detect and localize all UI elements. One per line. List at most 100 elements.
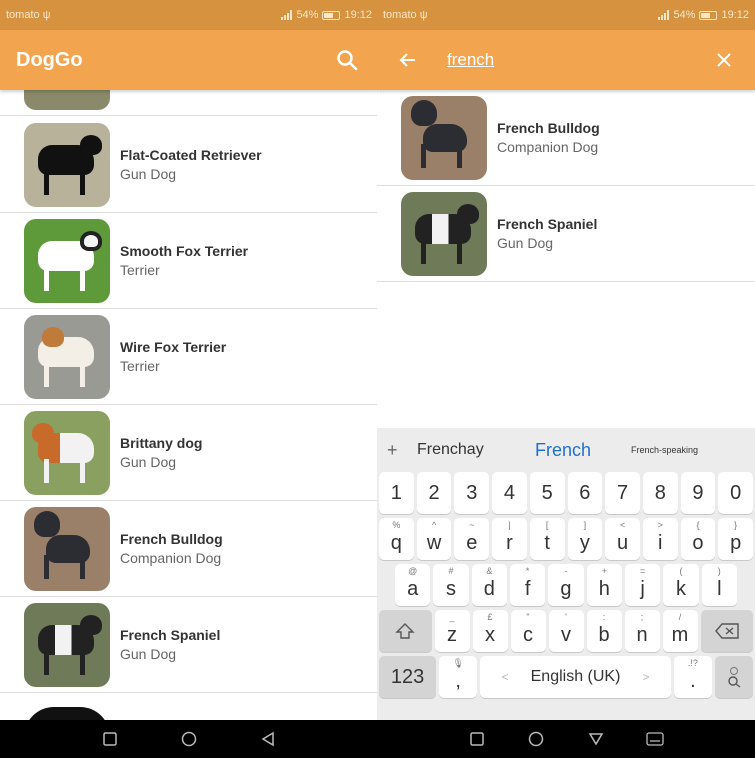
key[interactable]: & d xyxy=(471,564,507,606)
key[interactable]: ~ e xyxy=(454,518,490,560)
list-item[interactable]: French Bulldog Companion Dog xyxy=(0,501,378,597)
suggestion-strip: + Frenchay French French-speaking xyxy=(377,428,755,472)
key[interactable]: = j xyxy=(624,564,661,606)
letter-row-1: % q ^ w ~ e | r [t ] y < u > i {o } p xyxy=(377,518,755,560)
app-bar: DogGo xyxy=(0,30,378,90)
space-key[interactable]: < English (UK) > xyxy=(480,656,671,698)
dog-thumbnail xyxy=(24,314,110,399)
key[interactable]: @ a xyxy=(395,564,431,606)
key[interactable]: / m xyxy=(662,610,698,652)
home-icon[interactable] xyxy=(179,729,199,749)
dog-group: Terrier xyxy=(120,262,160,278)
battery-icon xyxy=(699,10,718,20)
dog-thumbnail xyxy=(24,410,110,495)
clock: 19:12 xyxy=(721,9,749,21)
dog-name: French Spaniel xyxy=(497,216,598,232)
symbols-key[interactable]: 123 xyxy=(379,656,437,698)
key[interactable]: | r xyxy=(492,518,527,560)
key[interactable]: ] y xyxy=(567,518,603,560)
key[interactable]: > i xyxy=(642,518,678,560)
list-item[interactable] xyxy=(0,90,378,116)
list-item[interactable] xyxy=(0,693,378,720)
key[interactable]: ^ w xyxy=(416,518,452,560)
dog-group: Companion Dog xyxy=(120,550,222,566)
list-item[interactable]: French Spaniel Gun Dog xyxy=(377,186,755,282)
emoji-search-key[interactable] xyxy=(714,656,754,698)
battery-percent: 54% xyxy=(296,9,319,21)
left-chevron-icon: < xyxy=(501,670,509,684)
clock: 19:12 xyxy=(344,9,372,21)
search-screen: tomato ψ 54% 19:12 french French Bulldog… xyxy=(377,0,755,758)
key[interactable]: + h xyxy=(586,564,622,606)
key[interactable]: 5 xyxy=(529,472,565,514)
letter-row-2: @ a # s & d * f -g + h = j (k ) l xyxy=(377,564,755,606)
comma-key[interactable]: 🎙, xyxy=(439,656,478,698)
key[interactable]: :b xyxy=(586,610,622,652)
key[interactable]: {o xyxy=(680,518,716,560)
dog-list[interactable]: Flat-Coated Retriever Gun Dog Smooth Fox … xyxy=(0,90,378,720)
signal-icon xyxy=(658,10,670,20)
nav-bar xyxy=(377,720,755,758)
right-chevron-icon: > xyxy=(642,670,650,684)
period-key[interactable]: .!?. xyxy=(673,656,712,698)
dog-group: Companion Dog xyxy=(497,139,599,155)
key[interactable]: ' v xyxy=(548,610,584,652)
search-results[interactable]: French Bulldog Companion Dog French Spani… xyxy=(377,90,755,428)
key[interactable]: * f xyxy=(509,564,546,606)
list-item[interactable]: French Bulldog Companion Dog xyxy=(377,90,755,186)
dog-group: Gun Dog xyxy=(497,235,554,251)
back-arrow-icon[interactable] xyxy=(393,45,423,75)
key[interactable]: 3 xyxy=(454,472,490,514)
key[interactable]: ; n xyxy=(624,610,660,652)
key[interactable]: " c xyxy=(510,610,546,652)
list-item[interactable]: Wire Fox Terrier Terrier xyxy=(0,309,378,405)
key[interactable]: -g xyxy=(548,564,584,606)
search-bar: french xyxy=(377,30,755,90)
key[interactable]: 6 xyxy=(567,472,603,514)
key[interactable]: } p xyxy=(718,518,754,560)
key[interactable]: 8 xyxy=(642,472,678,514)
list-item[interactable]: Flat-Coated Retriever Gun Dog xyxy=(0,117,378,213)
suggestion[interactable]: Frenchay xyxy=(417,441,535,459)
search-input[interactable]: french xyxy=(447,50,709,70)
key[interactable]: 7 xyxy=(605,472,640,514)
key[interactable]: [t xyxy=(529,518,565,560)
key[interactable]: # s xyxy=(433,564,469,606)
key[interactable]: % q xyxy=(379,518,414,560)
shift-key[interactable] xyxy=(379,610,432,652)
dog-group: Terrier xyxy=(120,358,160,374)
home-icon[interactable] xyxy=(526,729,546,749)
dog-thumbnail xyxy=(24,218,110,303)
suggestion-primary[interactable]: French xyxy=(535,440,631,461)
key[interactable]: £ x xyxy=(472,610,508,652)
search-icon[interactable] xyxy=(332,45,362,75)
list-item[interactable]: French Spaniel Gun Dog xyxy=(0,597,378,693)
key[interactable]: (k xyxy=(663,564,699,606)
key[interactable]: _ z xyxy=(434,610,470,652)
dog-thumbnail xyxy=(24,90,110,110)
dog-list-screen: tomato ψ 54% 19:12 DogGo Flat-Coated Ret… xyxy=(0,0,378,758)
key[interactable]: 4 xyxy=(492,472,527,514)
list-item[interactable]: Smooth Fox Terrier Terrier xyxy=(0,213,378,309)
key[interactable]: ) l xyxy=(701,564,737,606)
list-item[interactable]: Brittany dog Gun Dog xyxy=(0,405,378,501)
suggestion[interactable]: French-speaking xyxy=(631,445,698,455)
status-bar: tomato ψ 54% 19:12 xyxy=(0,0,378,30)
hide-keyboard-icon[interactable] xyxy=(586,729,606,749)
close-icon[interactable] xyxy=(709,45,739,75)
key[interactable]: 1 xyxy=(379,472,414,514)
dog-group: Gun Dog xyxy=(120,166,177,182)
plus-icon[interactable]: + xyxy=(387,440,417,461)
key[interactable]: 9 xyxy=(680,472,716,514)
back-icon[interactable] xyxy=(258,729,278,749)
key[interactable]: 0 xyxy=(718,472,754,514)
backspace-key[interactable] xyxy=(700,610,753,652)
keyboard-switch-icon[interactable] xyxy=(645,729,665,749)
recents-icon[interactable] xyxy=(467,729,487,749)
dog-name: Smooth Fox Terrier xyxy=(120,243,249,259)
carrier-icon: ψ xyxy=(419,9,428,21)
key[interactable]: 2 xyxy=(416,472,452,514)
key[interactable]: < u xyxy=(605,518,640,560)
dog-thumbnail xyxy=(401,95,487,180)
recents-icon[interactable] xyxy=(100,729,120,749)
